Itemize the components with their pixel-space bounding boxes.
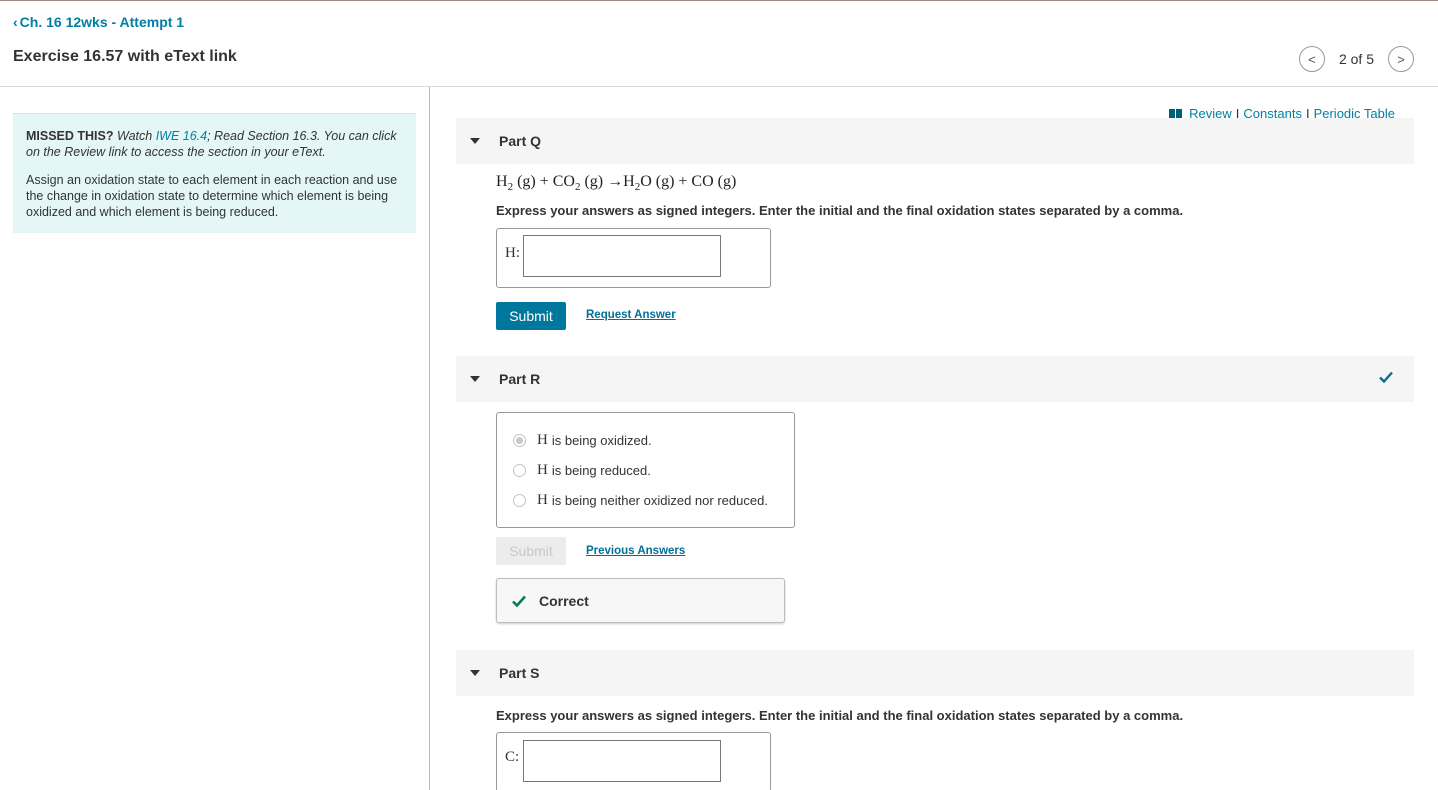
part-q-label: Part Q bbox=[499, 133, 542, 149]
feedback-correct: Correct bbox=[496, 578, 785, 623]
part-s-label: Part S bbox=[499, 665, 540, 681]
part-s-answer-input[interactable] bbox=[523, 740, 721, 782]
option-text: is being oxidized. bbox=[551, 433, 652, 448]
header-divider bbox=[0, 86, 1438, 87]
eq-part: O (g) + CO (g) bbox=[640, 173, 737, 190]
part-q-header[interactable]: Part Q bbox=[456, 118, 1414, 164]
chevron-left-icon: < bbox=[1308, 51, 1316, 67]
part-r-options: H is being oxidized. H is being reduced.… bbox=[496, 412, 795, 528]
pager: < 2 of 5 > bbox=[1298, 46, 1414, 72]
element-label: C: bbox=[505, 749, 520, 765]
element-symbol: H bbox=[537, 492, 548, 508]
part-q-instruction: Express your answers as signed integers.… bbox=[496, 203, 1184, 218]
eq-part: (g) →H bbox=[580, 173, 635, 190]
part-r-submit-button-disabled: Submit bbox=[496, 537, 566, 565]
element-symbol: H bbox=[537, 432, 548, 448]
next-item-button[interactable]: > bbox=[1388, 46, 1414, 72]
chevron-left-icon: ‹ bbox=[13, 14, 18, 30]
element-label: H: bbox=[505, 245, 520, 261]
part-q-submit-button[interactable]: Submit bbox=[496, 302, 566, 330]
collapse-triangle-icon bbox=[470, 670, 480, 676]
missed-this-label: MISSED THIS? bbox=[26, 129, 114, 143]
part-r-header[interactable]: Part R bbox=[456, 356, 1414, 402]
feedback-text: Correct bbox=[539, 592, 589, 609]
option-text: is being reduced. bbox=[551, 463, 651, 478]
part-r-label: Part R bbox=[499, 371, 541, 387]
chevron-right-icon: > bbox=[1397, 51, 1405, 67]
back-to-assignment-link[interactable]: ‹ Ch. 16 12wks - Attempt 1 bbox=[13, 14, 184, 30]
pager-count: 2 of 5 bbox=[1338, 51, 1374, 67]
reaction-equation: H2 (g) + CO2 (g) →H2O (g) + CO (g) bbox=[496, 173, 736, 193]
iwe-link[interactable]: IWE 16.4 bbox=[156, 129, 207, 143]
part-s-header[interactable]: Part S bbox=[456, 650, 1414, 696]
request-answer-link[interactable]: Request Answer bbox=[586, 309, 676, 321]
radio-selected[interactable] bbox=[513, 434, 526, 447]
element-symbol: H bbox=[537, 462, 548, 478]
radio-unselected[interactable] bbox=[513, 464, 526, 477]
watch-text: Watch bbox=[117, 129, 153, 143]
collapse-triangle-icon bbox=[470, 138, 480, 144]
column-divider bbox=[429, 87, 430, 790]
eq-h: H bbox=[496, 173, 508, 190]
checkmark-icon bbox=[512, 595, 526, 607]
missed-this-text: MISSED THIS? Watch IWE 16.4; Read Sectio… bbox=[26, 128, 403, 160]
option-neither[interactable]: H is being neither oxidized nor reduced. bbox=[513, 492, 768, 509]
radio-unselected[interactable] bbox=[513, 494, 526, 507]
eq-part: (g) + CO bbox=[513, 173, 575, 190]
option-text: is being neither oxidized nor reduced. bbox=[551, 493, 768, 508]
hint-panel: MISSED THIS? Watch IWE 16.4; Read Sectio… bbox=[13, 113, 416, 233]
part-q-answer-input[interactable] bbox=[523, 235, 721, 277]
part-s-instruction: Express your answers as signed integers.… bbox=[496, 708, 1184, 723]
book-icon bbox=[1169, 109, 1183, 118]
back-link-label: Ch. 16 12wks - Attempt 1 bbox=[19, 14, 185, 30]
option-oxidized[interactable]: H is being oxidized. bbox=[513, 432, 652, 449]
collapse-triangle-icon bbox=[470, 376, 480, 382]
part-s-answer-box: C: bbox=[496, 732, 771, 790]
previous-answers-link[interactable]: Previous Answers bbox=[586, 545, 685, 557]
checkmark-icon bbox=[1379, 371, 1393, 384]
part-q-answer-box: H: bbox=[496, 228, 771, 288]
hint-body: Assign an oxidation state to each elemen… bbox=[26, 173, 398, 219]
top-border bbox=[0, 0, 1438, 1]
previous-item-button[interactable]: < bbox=[1298, 46, 1325, 72]
exercise-title: Exercise 16.57 with eText link bbox=[13, 48, 237, 65]
option-reduced[interactable]: H is being reduced. bbox=[513, 462, 651, 479]
